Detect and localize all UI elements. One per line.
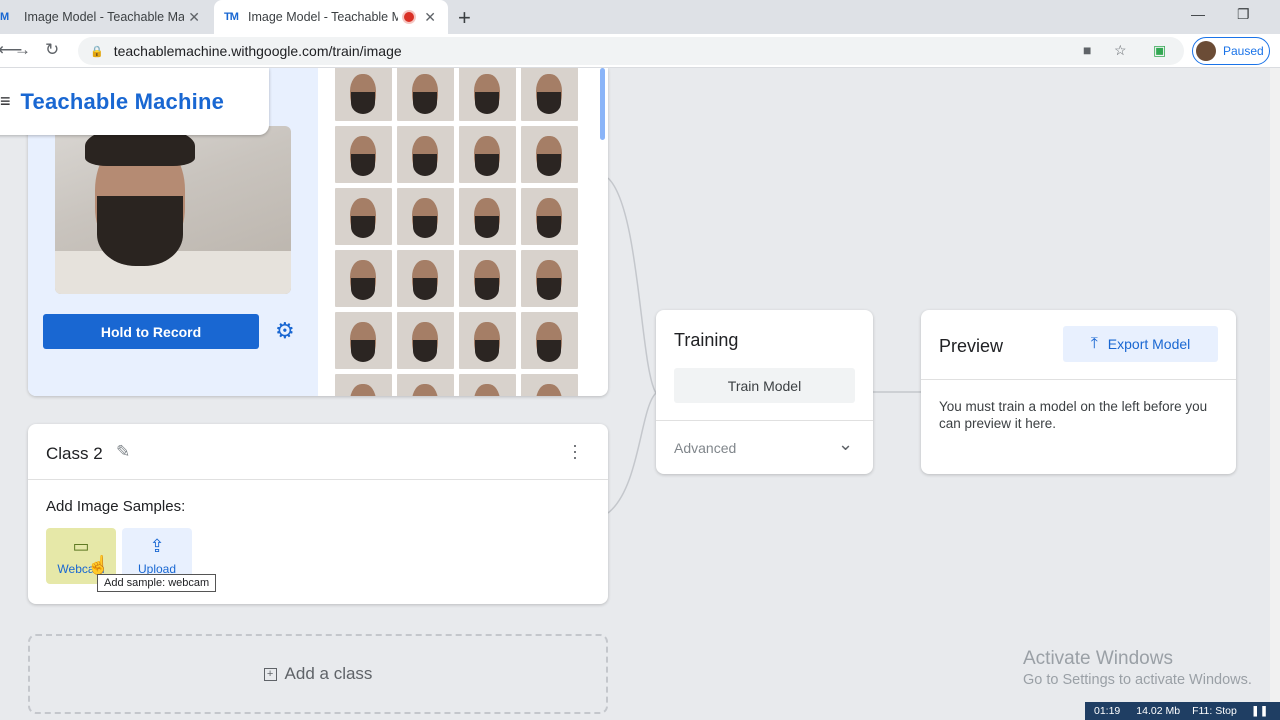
sample-thumbnail[interactable]: [459, 250, 516, 307]
restore-icon[interactable]: ❐: [1237, 6, 1250, 23]
logo-card: ≡ Teachable Machine: [0, 68, 269, 135]
close-icon[interactable]: ✕: [188, 9, 200, 26]
sample-thumbnail[interactable]: [459, 188, 516, 245]
sample-thumbnail[interactable]: [521, 250, 578, 307]
export-label: Export Model: [1107, 336, 1191, 352]
tab-inactive[interactable]: M Image Model - Teachable Machine ✕: [0, 0, 212, 34]
preview-message: You must train a model on the left befor…: [939, 399, 1208, 431]
add-class-button[interactable]: + Add a class: [28, 634, 608, 714]
avatar: [1196, 41, 1216, 61]
recorder-size: 14.02 Mb: [1136, 705, 1181, 717]
forward-icon[interactable]: →: [14, 40, 31, 60]
sample-thumbnail[interactable]: [335, 68, 392, 121]
sample-thumbnail[interactable]: [459, 312, 516, 369]
sample-thumbnail[interactable]: [335, 374, 392, 396]
edit-pencil-icon[interactable]: ✎: [116, 442, 130, 462]
class-name[interactable]: Class 2: [46, 444, 103, 464]
brand-title[interactable]: Teachable Machine: [21, 89, 225, 115]
class-2-header: Class 2 ✎ · · ·: [28, 424, 608, 480]
extension-icon[interactable]: ▣: [1153, 42, 1166, 59]
chevron-down-icon[interactable]: ⌄: [838, 434, 853, 455]
tab-bar: M Image Model - Teachable Machine ✕ TM I…: [0, 0, 1280, 34]
tab-active[interactable]: TM Image Model - Teachable Machine ✕: [214, 0, 448, 34]
sample-thumbnail[interactable]: [459, 68, 516, 121]
reload-icon[interactable]: ↻: [45, 40, 59, 60]
close-icon[interactable]: ✕: [424, 9, 436, 26]
more-options-icon[interactable]: · · ·: [572, 436, 578, 466]
sample-thumbnail[interactable]: [521, 188, 578, 245]
camera-icon[interactable]: ■: [1083, 42, 1091, 58]
sample-thumbnail[interactable]: [335, 312, 392, 369]
sample-thumbnail[interactable]: [397, 312, 454, 369]
recorder-stop[interactable]: F11: Stop: [1192, 705, 1237, 717]
sample-thumbnail[interactable]: [335, 188, 392, 245]
sample-thumbnail[interactable]: [459, 374, 516, 396]
class-2-card: Class 2 ✎ · · · Add Image Samples: ▭ Webca…: [28, 424, 608, 604]
export-upload-icon: ⤒: [1090, 335, 1098, 352]
star-icon[interactable]: ☆: [1114, 42, 1127, 59]
pause-icon[interactable]: ❚❚: [1251, 705, 1269, 717]
new-tab-button[interactable]: +: [458, 5, 471, 31]
sample-thumbnail[interactable]: [335, 250, 392, 307]
sample-thumbnail[interactable]: [459, 126, 516, 183]
preview-card: Preview ⤒ Export Model You must train a …: [921, 310, 1236, 474]
recorder-time: 01:19: [1094, 705, 1121, 717]
advanced-toggle[interactable]: Advanced: [674, 440, 736, 456]
recorder-status-bar: 01:19 14.02 Mb F11: Stop ❚❚: [1085, 702, 1280, 720]
tab-title: Image Model - Teachable Machine: [248, 10, 398, 24]
minimize-icon[interactable]: —: [1191, 6, 1205, 22]
menu-icon[interactable]: ≡: [0, 91, 11, 112]
training-title: Training: [674, 330, 739, 350]
sample-thumbnail[interactable]: [397, 188, 454, 245]
sample-thumbnail[interactable]: [521, 68, 578, 121]
export-model-button[interactable]: ⤒ Export Model: [1063, 326, 1218, 362]
add-class-label: Add a class: [284, 664, 373, 683]
tab-title: Image Model - Teachable Machine: [24, 10, 184, 24]
browser-toolbar: ⟵ → ↻ 🔒 teachablemachine.withgoogle.com/…: [0, 34, 1280, 68]
upload-icon: ⇪: [149, 536, 165, 556]
hand-cursor-icon: ☝: [87, 555, 110, 575]
tm-favicon-icon: M: [0, 11, 9, 23]
add-box-icon: +: [263, 667, 277, 681]
sample-thumbnail[interactable]: [521, 374, 578, 396]
gear-icon[interactable]: ⚙: [275, 318, 295, 344]
sample-thumbnail[interactable]: [397, 126, 454, 183]
address-bar[interactable]: 🔒 teachablemachine.withgoogle.com/train/…: [78, 37, 1184, 65]
webcam-tooltip: Add sample: webcam: [97, 574, 217, 592]
profile-button[interactable]: Paused: [1192, 37, 1270, 65]
sample-thumbnail[interactable]: [521, 126, 578, 183]
activate-subtitle: Go to Settings to activate Windows.: [1023, 672, 1252, 688]
activate-windows-watermark: Activate Windows Go to Settings to activ…: [1023, 648, 1252, 688]
preview-title: Preview: [939, 336, 1004, 356]
activate-title: Activate Windows: [1023, 648, 1173, 669]
sample-thumbnail[interactable]: [397, 68, 454, 121]
profile-label: Paused: [1223, 44, 1264, 58]
tm-favicon-icon: TM: [224, 11, 239, 23]
lock-icon: 🔒: [90, 45, 104, 58]
webcam-preview: [55, 126, 291, 294]
url-text: teachablemachine.withgoogle.com/train/im…: [113, 43, 402, 59]
train-model-button[interactable]: Train Model: [674, 368, 855, 403]
hold-to-record-button[interactable]: Hold to Record: [43, 314, 259, 349]
app-canvas: ≡ Teachable Machine Hold to Record ⚙ Cla…: [0, 68, 1280, 720]
sample-thumbnail[interactable]: [397, 250, 454, 307]
training-card: Training Train Model Advanced ⌄: [656, 310, 873, 474]
recording-icon: [404, 12, 414, 22]
sample-thumbnail[interactable]: [521, 312, 578, 369]
add-samples-label: Add Image Samples:: [46, 498, 186, 515]
sample-thumbnail[interactable]: [335, 126, 392, 183]
sample-thumbnail[interactable]: [397, 374, 454, 396]
samples-scrollbar[interactable]: [600, 68, 605, 140]
page-scrollbar[interactable]: [1270, 68, 1280, 720]
